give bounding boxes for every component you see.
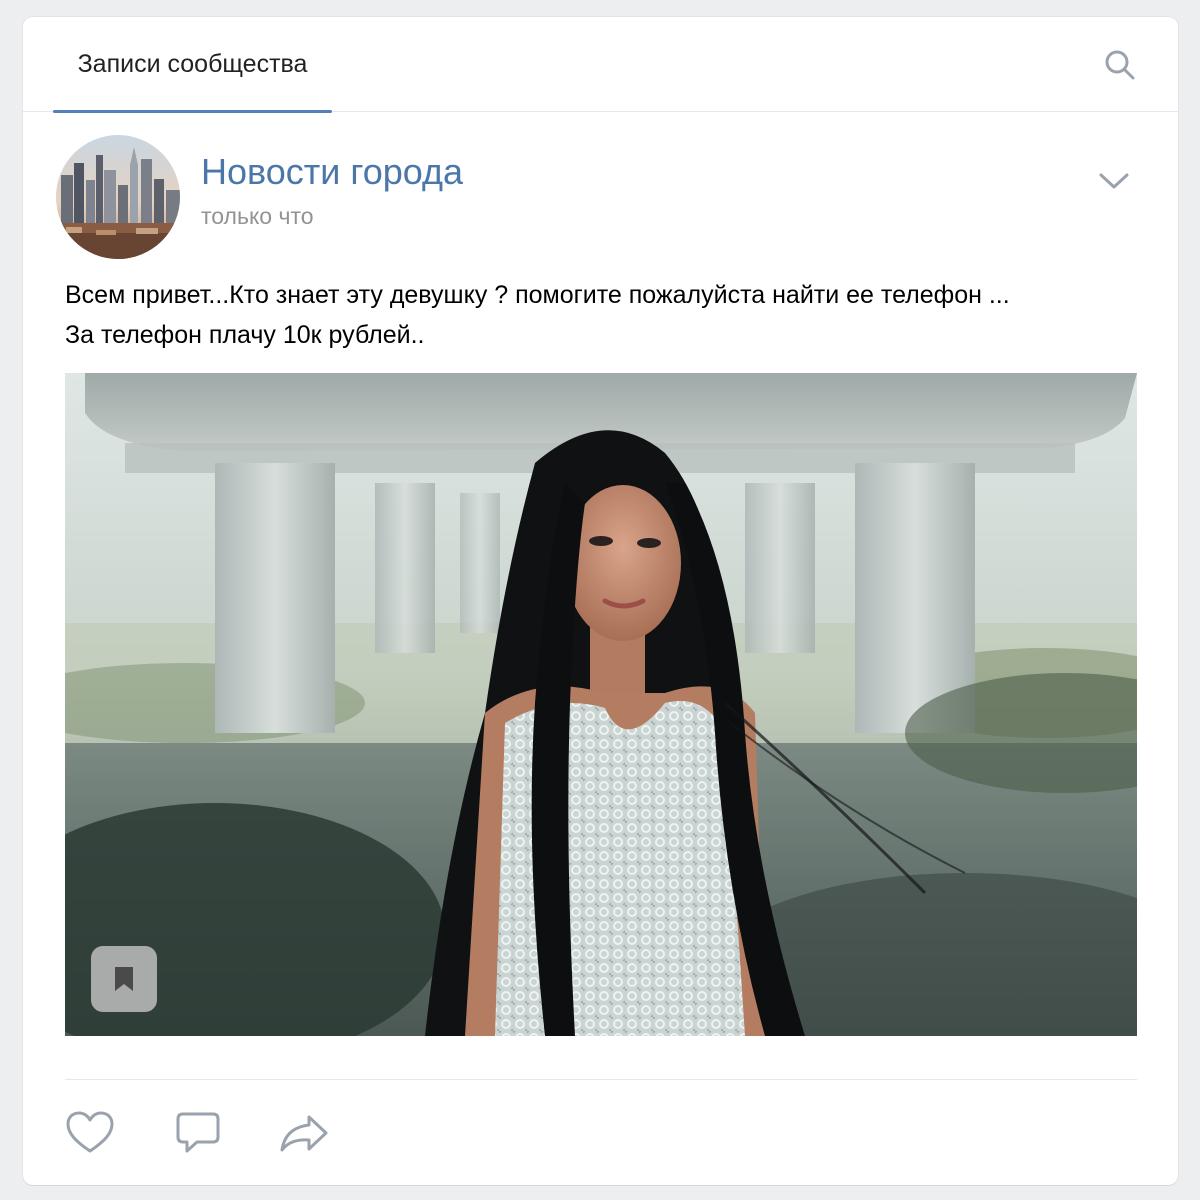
tabs-bar: Записи сообщества [23,17,1178,113]
post-text-line: За телефон плачу 10к рублей.. [65,321,425,349]
divider [65,1079,1137,1080]
search-icon [1105,50,1135,80]
post-text-line: Всем привет...Кто знает эту девушку ? по… [65,281,1010,309]
post-menu-button[interactable] [1094,165,1134,195]
share-button[interactable] [277,1110,331,1156]
search-button[interactable] [1102,47,1138,83]
post-author-link[interactable]: Новости города [201,151,463,193]
post-card: Записи сообщества Новости города только … [23,17,1178,1185]
comment-icon [176,1112,220,1153]
bookmark-button[interactable] [91,946,157,1012]
comment-button[interactable] [171,1110,225,1156]
post-text: Всем привет...Кто знает эту девушку ? по… [65,275,1145,355]
tab-label: Записи сообщества [77,50,308,78]
heart-icon [66,1111,114,1153]
bookmark-icon [115,967,133,991]
chevron-down-icon [1099,173,1129,189]
post-timestamp[interactable]: только что [201,203,314,230]
avatar[interactable] [56,135,180,259]
woman-under-bridge-photo [65,373,1137,1036]
tab-community-posts[interactable]: Записи сообщества [53,17,332,113]
post-photo[interactable] [65,373,1137,1036]
share-arrow-icon [280,1115,328,1152]
city-skyline-image [56,135,180,259]
like-button[interactable] [63,1110,117,1156]
